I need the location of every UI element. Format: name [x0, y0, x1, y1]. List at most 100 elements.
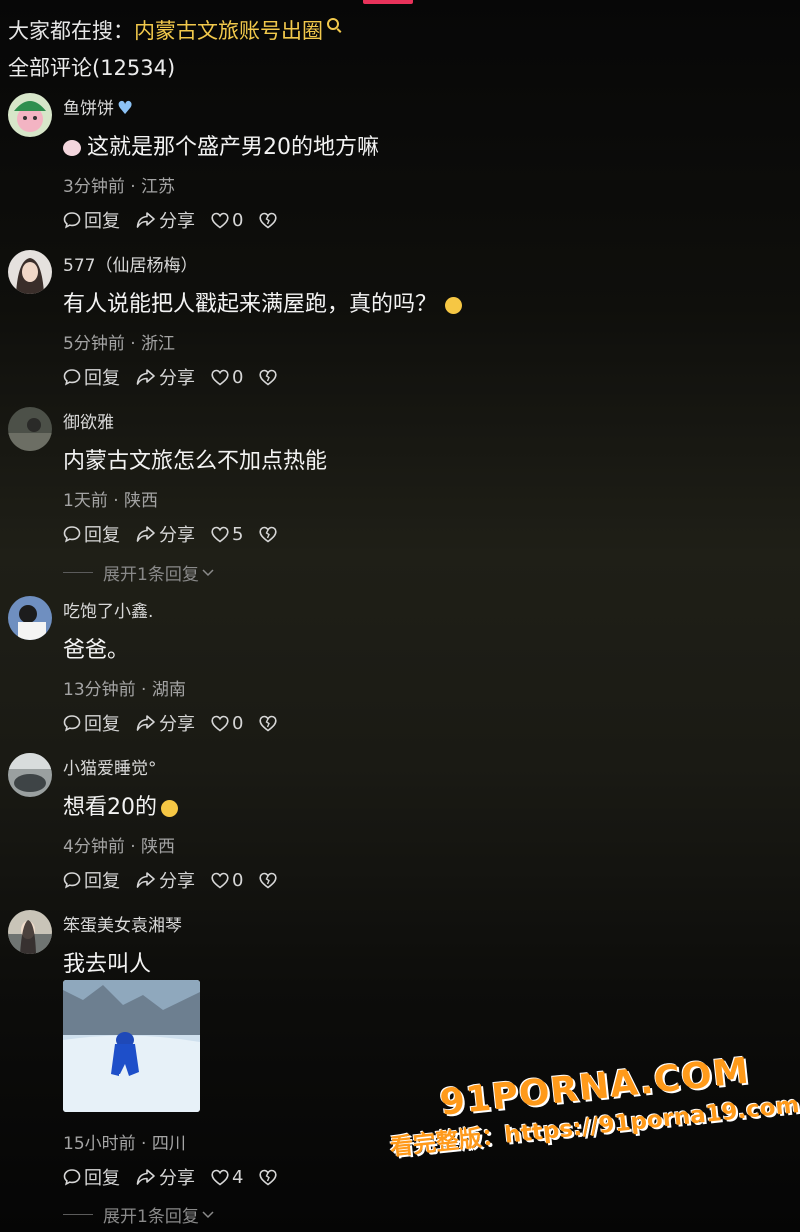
comment-text: 想看20的 — [63, 789, 178, 821]
like-count: 0 — [232, 869, 244, 891]
share-button[interactable]: 分享 — [136, 1164, 195, 1190]
comment-text: 有人说能把人戳起来满屋跑，真的吗？ — [63, 286, 463, 318]
like-button[interactable]: 0 — [211, 870, 243, 891]
avatar[interactable] — [8, 250, 52, 294]
share-button[interactable]: 分享 — [136, 710, 195, 736]
avatar[interactable] — [8, 93, 52, 137]
like-count: 0 — [232, 209, 244, 231]
reply-icon — [63, 715, 81, 732]
avatar[interactable] — [8, 407, 52, 451]
expand-replies-button[interactable]: 展开1条回复 — [63, 1202, 214, 1227]
heart-icon — [211, 526, 229, 543]
comment-text: 内蒙古文旅怎么不加点热能 — [63, 443, 327, 475]
comment-actions: 回复 分享 0 — [63, 207, 296, 233]
comment-text: 这就是那个盛产男20的地方嘛 — [63, 129, 379, 161]
thinking-emoji-icon — [445, 296, 463, 314]
expand-label: 展开1条回复 — [103, 565, 199, 585]
search-icon — [327, 18, 339, 30]
reply-label: 回复 — [84, 1168, 120, 1189]
sleepy-emoji-icon — [161, 799, 178, 817]
share-icon — [136, 369, 155, 385]
comment-username[interactable]: 577（仙居杨梅） — [63, 251, 197, 276]
like-button[interactable]: 0 — [211, 713, 243, 734]
comment-text: 我去叫人 — [63, 946, 151, 978]
comment-meta: 13分钟前 · 湖南 — [63, 680, 186, 700]
chevron-down-icon — [202, 568, 214, 576]
username-text: 鱼饼饼 — [63, 99, 114, 119]
broken-heart-icon — [259, 715, 278, 732]
username-text: 577（仙居杨梅） — [63, 256, 198, 276]
username-text: 笨蛋美女袁湘琴 — [63, 916, 182, 936]
dislike-button[interactable] — [259, 1169, 280, 1186]
like-button[interactable]: 0 — [211, 367, 243, 388]
reply-label: 回复 — [84, 871, 120, 892]
broken-heart-icon — [259, 1169, 278, 1186]
like-button[interactable]: 0 — [211, 210, 243, 231]
comment-text-body: 内蒙古文旅怎么不加点热能 — [63, 449, 328, 474]
username-text: 小猫爱睡觉° — [63, 759, 157, 779]
comment-meta: 3分钟前 · 江苏 — [63, 177, 176, 197]
comment-text-body: 有人说能把人戳起来满屋跑，真的吗？ — [63, 292, 438, 317]
share-label: 分享 — [159, 714, 195, 735]
broken-heart-icon — [259, 872, 278, 889]
dislike-button[interactable] — [259, 526, 280, 543]
dislike-button[interactable] — [259, 715, 280, 732]
share-label: 分享 — [159, 368, 195, 389]
reply-button[interactable]: 回复 — [63, 867, 120, 893]
comment-username[interactable]: 鱼饼饼 ♥ — [63, 94, 133, 119]
dislike-button[interactable] — [259, 369, 280, 386]
share-button[interactable]: 分享 — [136, 207, 195, 233]
avatar[interactable] — [8, 596, 52, 640]
comment-text-body: 想看20的 — [63, 795, 157, 820]
share-button[interactable]: 分享 — [136, 364, 195, 390]
dislike-button[interactable] — [259, 872, 280, 889]
comment-username[interactable]: 笨蛋美女袁湘琴 — [63, 911, 182, 936]
search-suggestion[interactable]: 大家都在搜： 内蒙古文旅账号出圈 — [8, 14, 339, 46]
share-label: 分享 — [159, 1168, 195, 1189]
comment-meta: 5分钟前 · 浙江 — [63, 334, 176, 354]
comment-actions: 回复 分享 5 — [63, 521, 296, 547]
broken-heart-icon — [259, 369, 278, 386]
expand-divider — [63, 1214, 93, 1215]
share-button[interactable]: 分享 — [136, 521, 195, 547]
share-icon — [136, 1169, 155, 1185]
comment-text: 爸爸。 — [63, 632, 129, 664]
chevron-down-icon — [202, 1210, 214, 1218]
dislike-button[interactable] — [259, 212, 280, 229]
avatar[interactable] — [8, 753, 52, 797]
reply-button[interactable]: 回复 — [63, 1164, 120, 1190]
comment-meta: 1天前 · 陕西 — [63, 491, 159, 511]
share-icon — [136, 715, 155, 731]
comment-meta: 4分钟前 · 陕西 — [63, 837, 176, 857]
comment-actions: 回复 分享 0 — [63, 364, 296, 390]
reply-button[interactable]: 回复 — [63, 710, 120, 736]
avatar[interactable] — [8, 910, 52, 954]
comment-username[interactable]: 吃饱了小鑫. — [63, 597, 153, 622]
comment-meta: 15小时前 · 四川 — [63, 1134, 186, 1154]
comment-attached-image[interactable] — [63, 980, 200, 1112]
reply-button[interactable]: 回复 — [63, 364, 120, 390]
comment-actions: 回复 分享 0 — [63, 867, 296, 893]
share-icon — [136, 526, 155, 542]
reply-button[interactable]: 回复 — [63, 207, 120, 233]
reply-icon — [63, 872, 81, 889]
search-term-link[interactable]: 内蒙古文旅账号出圈 — [134, 15, 323, 45]
pig-emoji-icon — [63, 140, 81, 156]
comment-username[interactable]: 小猫爱睡觉° — [63, 754, 157, 779]
expand-replies-button[interactable]: 展开1条回复 — [63, 560, 214, 585]
username-text: 御欲雅 — [63, 413, 114, 433]
reply-button[interactable]: 回复 — [63, 521, 120, 547]
search-prefix: 大家都在搜： — [8, 19, 134, 43]
expand-divider — [63, 572, 93, 573]
reply-label: 回复 — [84, 714, 120, 735]
share-button[interactable]: 分享 — [136, 867, 195, 893]
comment-text-body: 这就是那个盛产男20的地方嘛 — [87, 135, 379, 160]
heart-icon — [211, 872, 229, 889]
like-button[interactable]: 5 — [211, 524, 243, 545]
like-count: 0 — [232, 712, 244, 734]
top-indicator — [363, 0, 413, 4]
comment-text-body: 爸爸。 — [63, 638, 130, 663]
like-button[interactable]: 4 — [211, 1167, 243, 1188]
comment-username[interactable]: 御欲雅 — [63, 408, 114, 433]
comment-text-body: 我去叫人 — [63, 952, 152, 977]
